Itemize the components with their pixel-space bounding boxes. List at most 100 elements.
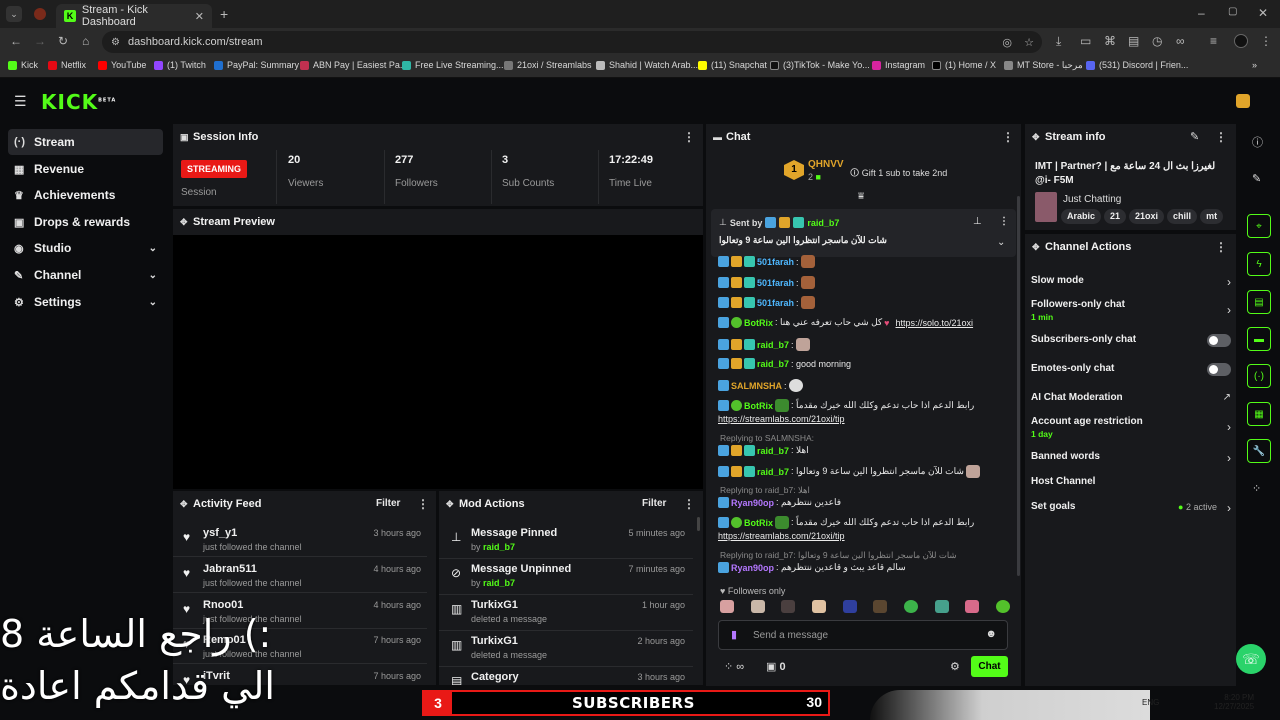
- eye-off-icon[interactable]: ◎: [1002, 36, 1012, 49]
- pinned-menu-icon[interactable]: ⋮: [999, 216, 1009, 227]
- tab-search-icon[interactable]: ⌄: [6, 6, 22, 22]
- unpin-icon[interactable]: ⊥: [973, 216, 982, 227]
- host-channel-row[interactable]: Host Channel: [1031, 476, 1231, 492]
- emoji-icon[interactable]: ☻: [985, 628, 997, 640]
- emote-icon[interactable]: [934, 600, 949, 613]
- back-icon[interactable]: ←: [10, 34, 22, 48]
- bookmark-abn-pay[interactable]: ABN Pay | Easiest Pa...: [300, 60, 407, 70]
- sidebar-item-studio[interactable]: ◉ Studio ⌄: [8, 235, 163, 261]
- ai-moderation-row[interactable]: AI Chat Moderation ↗: [1031, 392, 1231, 408]
- tag[interactable]: 21: [1104, 209, 1127, 224]
- history-icon[interactable]: ◷: [1152, 34, 1162, 48]
- more-bookmarks-icon[interactable]: »: [1252, 60, 1257, 70]
- emote-icon[interactable]: [903, 600, 918, 613]
- emote-icon[interactable]: [965, 600, 980, 613]
- taskbar-language[interactable]: ENG: [1142, 698, 1159, 707]
- gifter-name[interactable]: QHNVV: [808, 159, 844, 170]
- bookmark-paypal[interactable]: PayPal: Summary: [214, 60, 299, 70]
- download-icon[interactable]: ⤓: [1056, 34, 1061, 49]
- gift-sub-button[interactable]: 🛈 Gift 1 sub to take 2nd: [850, 166, 947, 182]
- subscribers-only-toggle[interactable]: [1207, 334, 1231, 347]
- tag[interactable]: 21oxi: [1129, 209, 1165, 224]
- channel-actions-menu-icon[interactable]: ⋮: [1215, 240, 1227, 254]
- emote-icon[interactable]: [811, 600, 826, 613]
- kick-logo[interactable]: KICKBETA: [41, 90, 116, 114]
- home-icon[interactable]: ⌂: [82, 34, 89, 48]
- bookmark-streamlabs[interactable]: 21oxi / Streamlabs: [504, 60, 592, 70]
- sidebar-item-channel[interactable]: ✎ Channel ⌄: [8, 262, 163, 288]
- rail-wrench-button[interactable]: 🔧: [1247, 439, 1271, 463]
- chat-link[interactable]: https://solo.to/21oxi: [896, 318, 974, 328]
- category-name[interactable]: Just Chatting: [1063, 194, 1121, 205]
- sidebar-item-revenue[interactable]: ▦ Revenue: [8, 156, 163, 182]
- bookmark-shahid[interactable]: Shahid | Watch Arab...: [596, 60, 698, 70]
- link-icon[interactable]: ∞: [1176, 34, 1185, 48]
- new-tab-icon[interactable]: +: [220, 6, 228, 22]
- rail-chat-button[interactable]: ▬: [1247, 327, 1271, 351]
- gift-counter[interactable]: ▣ 0: [766, 660, 786, 673]
- edit-icon[interactable]: ✎: [1252, 172, 1261, 185]
- activity-menu-icon[interactable]: ⋮: [417, 497, 429, 511]
- banned-words-row[interactable]: Banned words ›: [1031, 451, 1231, 467]
- cast-icon[interactable]: ▭: [1080, 34, 1091, 48]
- bookmark-star-icon[interactable]: ☆: [1024, 36, 1034, 49]
- bookmark-youtube[interactable]: YouTube: [98, 60, 146, 70]
- microphone-icon[interactable]: ▮: [731, 628, 737, 641]
- bookmark-twitch[interactable]: (1) Twitch: [154, 60, 206, 70]
- emote-icon[interactable]: [842, 600, 857, 613]
- mod-filter-button[interactable]: Filter: [642, 498, 666, 509]
- rail-bolt-button[interactable]: ϟ: [1247, 252, 1271, 276]
- bookmark-tiktok[interactable]: (3)TikTok - Make Yo...: [770, 60, 870, 70]
- stream-preview-video[interactable]: [173, 235, 703, 489]
- close-window-icon[interactable]: ✕: [1258, 6, 1268, 20]
- card-icon[interactable]: ▤: [1128, 34, 1139, 48]
- close-tab-icon[interactable]: ✕: [195, 10, 204, 23]
- forward-icon[interactable]: →: [34, 34, 46, 48]
- slow-mode-row[interactable]: Slow mode ›: [1031, 275, 1231, 291]
- support-chat-icon[interactable]: ☏: [1236, 644, 1266, 674]
- tag[interactable]: mt: [1200, 209, 1224, 224]
- sidebar-item-drops[interactable]: ▣ Drops & rewards: [8, 209, 163, 235]
- sidebar-item-stream[interactable]: (·) Stream: [8, 129, 163, 155]
- emote-icon[interactable]: [781, 600, 796, 613]
- bookmark-netflix[interactable]: Netflix: [48, 60, 86, 70]
- bookmark-snapchat[interactable]: (11) Snapchat: [698, 60, 767, 70]
- set-goals-row[interactable]: Set goals ● 2 active ›: [1031, 501, 1231, 517]
- followers-only-row[interactable]: Followers-only chat 1 min ›: [1031, 299, 1231, 325]
- tab-kick-dashboard[interactable]: K Stream - Kick Dashboard ✕: [56, 4, 212, 28]
- points-icon[interactable]: ⁘ ∞: [724, 660, 744, 673]
- user-avatar-icon[interactable]: [1236, 94, 1250, 108]
- bookmark-discord[interactable]: (531) Discord | Frien...: [1086, 60, 1188, 70]
- bookmark-instagram[interactable]: Instagram: [872, 60, 925, 70]
- extensions-icon[interactable]: ≡: [1210, 34, 1217, 48]
- emote-icon[interactable]: [720, 600, 734, 613]
- bookmark-kick[interactable]: Kick: [8, 60, 38, 70]
- account-age-row[interactable]: Account age restriction 1 day ›: [1031, 416, 1231, 442]
- more-apps-icon[interactable]: ⁘: [1252, 482, 1261, 495]
- chevron-down-icon[interactable]: ⌄: [997, 237, 1005, 248]
- emote-icon[interactable]: [995, 600, 1010, 613]
- chrome-menu-icon[interactable]: ⋮: [1260, 34, 1272, 48]
- chat-link[interactable]: https://streamlabs.com/21oxi/tip: [718, 531, 845, 541]
- bookmark-mt-store[interactable]: MT Store - مرحبا: [1004, 60, 1083, 71]
- address-bar[interactable]: ⚙ dashboard.kick.com/stream ◎ ☆: [102, 31, 1042, 53]
- bookmark-free-live-streaming[interactable]: Free Live Streaming...: [402, 60, 504, 70]
- rail-scan-button[interactable]: ⌖: [1247, 214, 1271, 238]
- profile-avatar-icon[interactable]: [1234, 34, 1248, 48]
- collapse-icon[interactable]: ⩸: [858, 191, 864, 202]
- scrollbar[interactable]: [697, 517, 700, 531]
- site-info-icon[interactable]: ⚙: [111, 37, 120, 48]
- tag[interactable]: Arabic: [1061, 209, 1102, 224]
- activity-filter-button[interactable]: Filter: [376, 498, 400, 509]
- edit-icon[interactable]: ✎: [1190, 130, 1199, 143]
- bookmark-x[interactable]: (1) Home / X: [932, 60, 996, 70]
- rail-list-button[interactable]: ▤: [1247, 290, 1271, 314]
- tag[interactable]: chill: [1167, 209, 1198, 224]
- chat-input[interactable]: ▮ Send a message ☻: [718, 620, 1008, 650]
- emote-icon[interactable]: [750, 600, 765, 613]
- reload-icon[interactable]: ↻: [58, 34, 68, 48]
- session-menu-icon[interactable]: ⋮: [683, 130, 695, 144]
- maximize-icon[interactable]: ▢: [1228, 6, 1237, 17]
- sidebar-item-achievements[interactable]: ♛ Achievements: [8, 182, 163, 208]
- emote-icon[interactable]: [873, 600, 888, 613]
